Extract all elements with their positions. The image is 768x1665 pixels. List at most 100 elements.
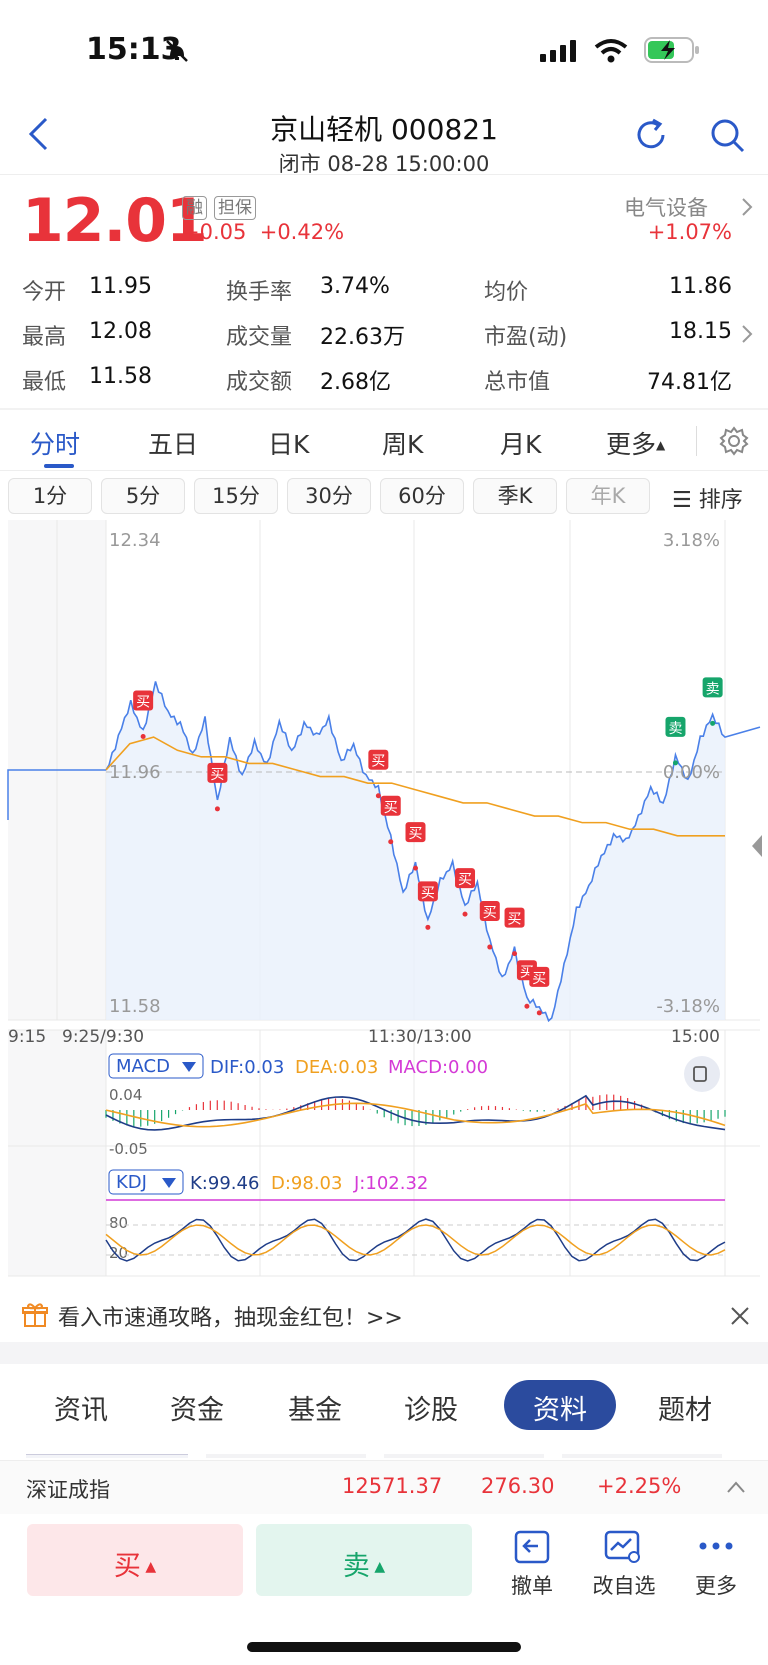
- collapse-arrow-icon[interactable]: [752, 835, 762, 857]
- trade-point: [462, 911, 468, 917]
- kdj-axis-80: 80: [109, 1214, 128, 1232]
- stat-label-mktcap: 总市值: [484, 370, 551, 395]
- more-button[interactable]: 更多: [676, 1570, 756, 1600]
- change-value: +0.05: [182, 220, 247, 244]
- buy-marker-label: 买: [371, 754, 385, 770]
- info-tab-funds-flow[interactable]: 资金: [170, 1388, 224, 1427]
- index-name: 深证成指: [26, 1478, 110, 1502]
- current-price: 12.01: [22, 186, 208, 256]
- buy-marker-label: 买: [532, 971, 546, 987]
- price-change: +0.05 +0.42%: [182, 220, 344, 244]
- collateral-tag: 担保: [214, 196, 256, 220]
- tab-intraday[interactable]: 分时: [30, 425, 80, 461]
- gear-icon[interactable]: [718, 425, 750, 457]
- kdj-d-line: [105, 1224, 726, 1256]
- time-label-noon: 11:30/13:00: [368, 1027, 472, 1047]
- buy-marker-label: 买: [458, 872, 472, 888]
- info-tab-theme[interactable]: 题材: [658, 1388, 712, 1427]
- info-tab-diagnosis[interactable]: 诊股: [404, 1388, 458, 1427]
- time-label-open: 9:15: [8, 1027, 46, 1047]
- info-tab-news[interactable]: 资讯: [54, 1388, 108, 1427]
- sell-marker-label: 卖: [668, 721, 682, 737]
- tab-more[interactable]: 更多▲: [606, 425, 665, 461]
- stat-label-turnover: 换手率: [226, 280, 293, 305]
- trade-point: [536, 1010, 542, 1016]
- tab-monthly-k[interactable]: 月K: [500, 425, 541, 461]
- tab-weekly-k[interactable]: 周K: [382, 425, 423, 461]
- buy-marker-label: 买: [384, 800, 398, 816]
- margin-tag: 融: [182, 196, 207, 220]
- change-pct: +0.42%: [259, 220, 345, 244]
- search-icon[interactable]: [708, 116, 746, 154]
- sector-name[interactable]: 电气设备: [624, 192, 708, 222]
- stat-label-high: 最高: [22, 325, 67, 350]
- chevron-right-icon[interactable]: [740, 196, 754, 218]
- indicator-switch-button[interactable]: [684, 1056, 720, 1092]
- close-icon[interactable]: [730, 1306, 750, 1326]
- kdj-axis-20: 20: [109, 1244, 128, 1262]
- sell-label: 卖 ▲: [342, 1551, 386, 1582]
- trade-point: [388, 839, 394, 845]
- buy-label: 买 ▲: [113, 1551, 157, 1582]
- stat-value-high: 12.08: [89, 319, 152, 344]
- stat-label-volume: 成交量: [226, 325, 293, 350]
- index-change-pct: +2.25%: [597, 1474, 682, 1498]
- edit-watchlist-button[interactable]: 改自选: [584, 1570, 664, 1600]
- chevron-up-icon[interactable]: [726, 1480, 746, 1494]
- stat-label-amount: 成交额: [226, 370, 293, 395]
- stat-label-low: 最低: [22, 370, 67, 395]
- trade-point: [487, 944, 493, 950]
- kline-15min[interactable]: 15分: [194, 478, 278, 514]
- cancel-order-button[interactable]: 撤单: [492, 1570, 572, 1600]
- macd-axis-bottom: -0.05: [109, 1140, 148, 1158]
- active-tab-indicator: [44, 464, 74, 468]
- price-area-fill: [106, 681, 725, 1021]
- kline-60min[interactable]: 60分: [380, 478, 464, 514]
- info-tab-fund[interactable]: 基金: [288, 1388, 342, 1427]
- kdj-d: D:98.03: [271, 1173, 342, 1194]
- stat-value-volume: 22.63万: [320, 325, 405, 350]
- stat-label-avg: 均价: [484, 280, 529, 305]
- intraday-chart[interactable]: 买买买买买买买买 买买买卖卖 12.34 11.96 11.58 3.18% 0.…: [0, 520, 768, 1286]
- kline-quarter[interactable]: 季K: [473, 478, 557, 514]
- promo-text[interactable]: 看入市速通攻略，抽现金红包！>>: [58, 1300, 403, 1332]
- refresh-icon[interactable]: [632, 116, 670, 154]
- kline-year[interactable]: 年K: [566, 478, 650, 514]
- axis-price-bottom: 11.58: [109, 996, 161, 1017]
- index-value: 12571.37: [342, 1474, 443, 1498]
- axis-price-top: 12.34: [109, 530, 161, 551]
- buy-marker-label: 买: [409, 826, 423, 842]
- stat-value-turnover: 3.74%: [320, 274, 390, 299]
- macd-dif: DIF:0.03: [210, 1057, 284, 1078]
- time-label-close: 15:00: [671, 1027, 720, 1047]
- kdj-j: J:102.32: [353, 1173, 428, 1194]
- kline-5min[interactable]: 5分: [101, 478, 185, 514]
- buy-button[interactable]: 买 ▲: [27, 1524, 243, 1596]
- pre-market-zone-indicators: [8, 1030, 106, 1276]
- macd-dea: DEA:0.03: [295, 1057, 378, 1078]
- trade-point: [375, 793, 381, 799]
- axis-price-mid: 11.96: [109, 762, 161, 783]
- cancel-order-icon[interactable]: [514, 1530, 550, 1564]
- chevron-right-icon[interactable]: [740, 323, 754, 345]
- trade-point: [413, 865, 418, 871]
- sell-button[interactable]: 卖 ▲: [256, 1524, 472, 1596]
- macd-name: MACD: [116, 1056, 170, 1077]
- more-dots-icon[interactable]: [698, 1540, 734, 1552]
- stat-value-pe[interactable]: 18.15: [669, 319, 732, 344]
- edit-watchlist-icon[interactable]: [604, 1530, 642, 1564]
- axis-pct-top: 3.18%: [663, 530, 720, 551]
- tab-daily-k[interactable]: 日K: [268, 425, 309, 461]
- kline-1min[interactable]: 1分: [8, 478, 92, 514]
- kdj-k: K:99.46: [190, 1173, 259, 1194]
- buy-marker-label: 买: [483, 905, 497, 921]
- buy-marker-label: 买: [421, 885, 435, 901]
- wifi-icon: [594, 39, 628, 63]
- stat-label-open: 今开: [22, 280, 67, 305]
- info-tab-profile[interactable]: 资料: [533, 1388, 587, 1427]
- sort-button[interactable]: ☰ 排序: [672, 482, 743, 514]
- tab-five-day[interactable]: 五日: [148, 425, 198, 461]
- time-label-auction: 9:25/9:30: [62, 1027, 144, 1047]
- kline-30min[interactable]: 30分: [287, 478, 371, 514]
- stat-label-pe[interactable]: 市盈(动): [484, 319, 567, 351]
